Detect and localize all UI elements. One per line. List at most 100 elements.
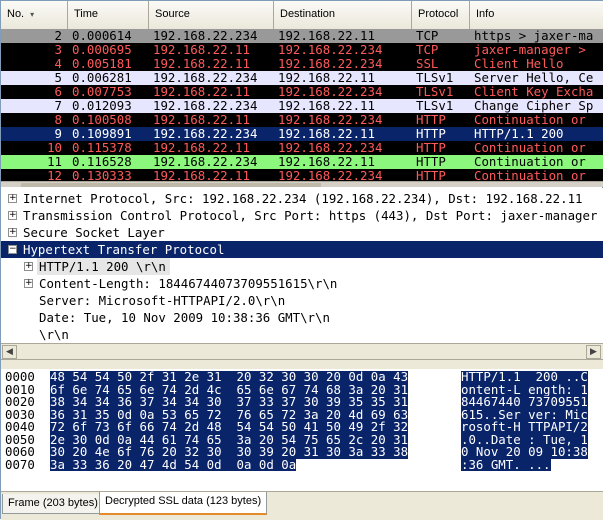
packet-row[interactable]: 4 0.005181 192.168.22.11 192.168.22.234 SSL C… [1,57,603,71]
packet-cell-no: 3 [54,43,62,57]
collapse-icon[interactable]: − [8,245,17,254]
packet-row[interactable]: 5 0.006281 192.168.22.234 192.168.22.11 TLSv… [1,71,603,85]
packet-cell-dst: 192.168.22.234 [278,57,383,71]
wireshark-window: No. ▾ Time Source Destination Protocol In… [0,0,603,520]
tree-item-label: Internet Protocol, Src: 192.168.22.234 (… [23,191,583,206]
column-header-no[interactable]: No. ▾ [1,1,68,29]
packet-row[interactable]: 2 0.000614 192.168.22.234 192.168.22.11 TCP h… [1,29,603,43]
packet-cell-info: Client Key Excha [474,85,594,99]
packet-row[interactable]: 6 0.007753 192.168.22.11 192.168.22.234 TLSv… [1,85,603,99]
expand-icon[interactable]: + [24,279,33,288]
tree-item[interactable]: + Transmission Control Protocol, Src Port… [5,207,603,224]
bytes-hex[interactable]: 3a 33 36 20 47 4d 54 0d 0a 0d 0a [50,458,297,471]
packet-row[interactable]: 11 0.116528 192.168.22.234 192.168.22.11 HTT… [1,155,603,169]
packet-cell-proto: HTTP [416,127,446,141]
expand-icon[interactable]: + [24,262,33,271]
packet-list: 2 0.000614 192.168.22.234 192.168.22.11 TCP h… [1,29,603,181]
packet-cell-info: Continuation or [474,169,586,181]
tree-item-label: Content-Length: 18446744073709551615\r\n [39,276,338,291]
tree-item[interactable]: \r\n [21,326,603,343]
tab-frame[interactable]: Frame (203 bytes) [2,494,104,514]
pane-divider[interactable] [1,360,603,369]
tree-item-label: HTTP/1.1 200 \r\n [37,258,170,275]
packet-cell-no: 2 [54,29,62,43]
scroll-left-icon[interactable]: ◀ [2,345,17,359]
packet-cell-time: 0.007753 [72,85,132,99]
tree-item-label: Hypertext Transfer Protocol [23,242,225,257]
packet-cell-dst: 192.168.22.11 [278,99,375,113]
packet-cell-proto: SSL [416,57,439,71]
packet-cell-src: 192.168.22.11 [153,43,250,57]
packet-cell-proto: TLSv1 [416,85,454,99]
tree-item[interactable]: Server: Microsoft-HTTPAPI/2.0\r\n [21,292,603,309]
packet-cell-dst: 192.168.22.234 [278,43,383,57]
tab-decrypted-ssl-data[interactable]: Decrypted SSL data (123 bytes) [99,492,268,515]
packet-cell-info: Continuation or [474,155,586,169]
column-header-info[interactable]: Info [470,1,603,29]
packet-cell-info: Server Hello, Ce [474,71,594,85]
expand-icon[interactable]: + [8,211,17,220]
expand-icon[interactable]: + [8,228,17,237]
bytes-row: 0070 3a 33 36 20 47 4d 54 0d 0a 0d 0a :36 … [1,456,603,472]
packet-list-scrollbar[interactable] [1,181,603,187]
bytes-ascii[interactable]: :36 GMT. ... [461,458,551,471]
packet-cell-no: 5 [54,71,62,85]
packet-cell-no: 4 [54,57,62,71]
packet-cell-no: 11 [47,155,62,169]
tree-item[interactable]: + Internet Protocol, Src: 192.168.22.234 … [5,190,603,207]
packet-cell-time: 0.005181 [72,57,132,71]
packet-cell-dst: 192.168.22.11 [278,71,375,85]
column-header-destination[interactable]: Destination [274,1,412,29]
expand-icon[interactable]: + [8,194,17,203]
packet-cell-no: 12 [47,169,62,181]
packet-cell-src: 192.168.22.234 [153,71,258,85]
scroll-right-icon[interactable]: ▶ [586,345,601,359]
bytes-offset: 0070 [5,456,35,472]
packet-cell-src: 192.168.22.11 [153,169,250,181]
packet-cell-dst: 192.168.22.11 [278,127,375,141]
scrollbar-track[interactable] [19,346,585,358]
sort-descending-icon: ▾ [30,10,35,19]
details-horizontal-scrollbar[interactable]: ◀ ▶ [1,343,603,360]
tree-item[interactable]: Date: Tue, 10 Nov 2009 10:38:36 GMT\r\n [21,309,603,326]
tree-item[interactable]: + HTTP/1.1 200 \r\n [21,258,603,275]
packet-cell-no: 10 [47,141,62,155]
packet-cell-src: 192.168.22.11 [153,113,250,127]
packet-row[interactable]: 8 0.100508 192.168.22.11 192.168.22.234 HTTP… [1,113,603,127]
packet-cell-time: 0.115378 [72,141,132,155]
packet-cell-dst: 192.168.22.234 [278,141,383,155]
packet-cell-src: 192.168.22.234 [153,127,258,141]
tree-item[interactable]: − Hypertext Transfer Protocol [1,241,603,258]
packet-cell-info: Continuation or [474,113,586,127]
packet-cell-dst: 192.168.22.234 [278,85,383,99]
bytes-tab-bar: Frame (203 bytes) Decrypted SSL data (12… [1,491,603,520]
packet-row[interactable]: 7 0.012093 192.168.22.234 192.168.22.11 TLSv… [1,99,603,113]
column-header-protocol[interactable]: Protocol [412,1,470,29]
packet-cell-no: 9 [54,127,62,141]
packet-cell-proto: TLSv1 [416,71,454,85]
packet-row[interactable]: 10 0.115378 192.168.22.11 192.168.22.234 HTT… [1,141,603,155]
packet-cell-info: Change Cipher Sp [474,99,594,113]
column-header-time[interactable]: Time [68,1,149,29]
packet-row[interactable]: 9 0.109891 192.168.22.234 192.168.22.11 HTTP… [1,127,603,141]
packet-cell-src: 192.168.22.234 [153,29,258,43]
tree-item[interactable]: + Secure Socket Layer [5,224,603,241]
tree-item[interactable]: + Content-Length: 18446744073709551615\r\… [21,275,603,292]
packet-bytes-pane: 0000 48 54 54 50 2f 31 2e 31 20 32 30 30 … [1,369,603,491]
packet-cell-time: 0.130333 [72,169,132,181]
packet-cell-no: 7 [54,99,62,113]
packet-row[interactable]: 12 0.130333 192.168.22.11 192.168.22.234 HTT… [1,169,603,181]
column-header-source[interactable]: Source [149,1,274,29]
packet-cell-src: 192.168.22.234 [153,155,258,169]
tree-item-label: Transmission Control Protocol, Src Port:… [23,208,598,223]
packet-cell-proto: HTTP [416,141,446,155]
scrollbar-thumb[interactable] [21,183,321,187]
tree-item-label: Secure Socket Layer [23,225,165,240]
packet-list-header: No. ▾ Time Source Destination Protocol In… [1,1,603,29]
packet-cell-time: 0.109891 [72,127,132,141]
packet-cell-proto: HTTP [416,169,446,181]
packet-cell-time: 0.000614 [72,29,132,43]
packet-cell-info: https > jaxer-ma [474,29,594,43]
packet-cell-proto: TCP [416,29,439,43]
packet-row[interactable]: 3 0.000695 192.168.22.11 192.168.22.234 TCP j… [1,43,603,57]
